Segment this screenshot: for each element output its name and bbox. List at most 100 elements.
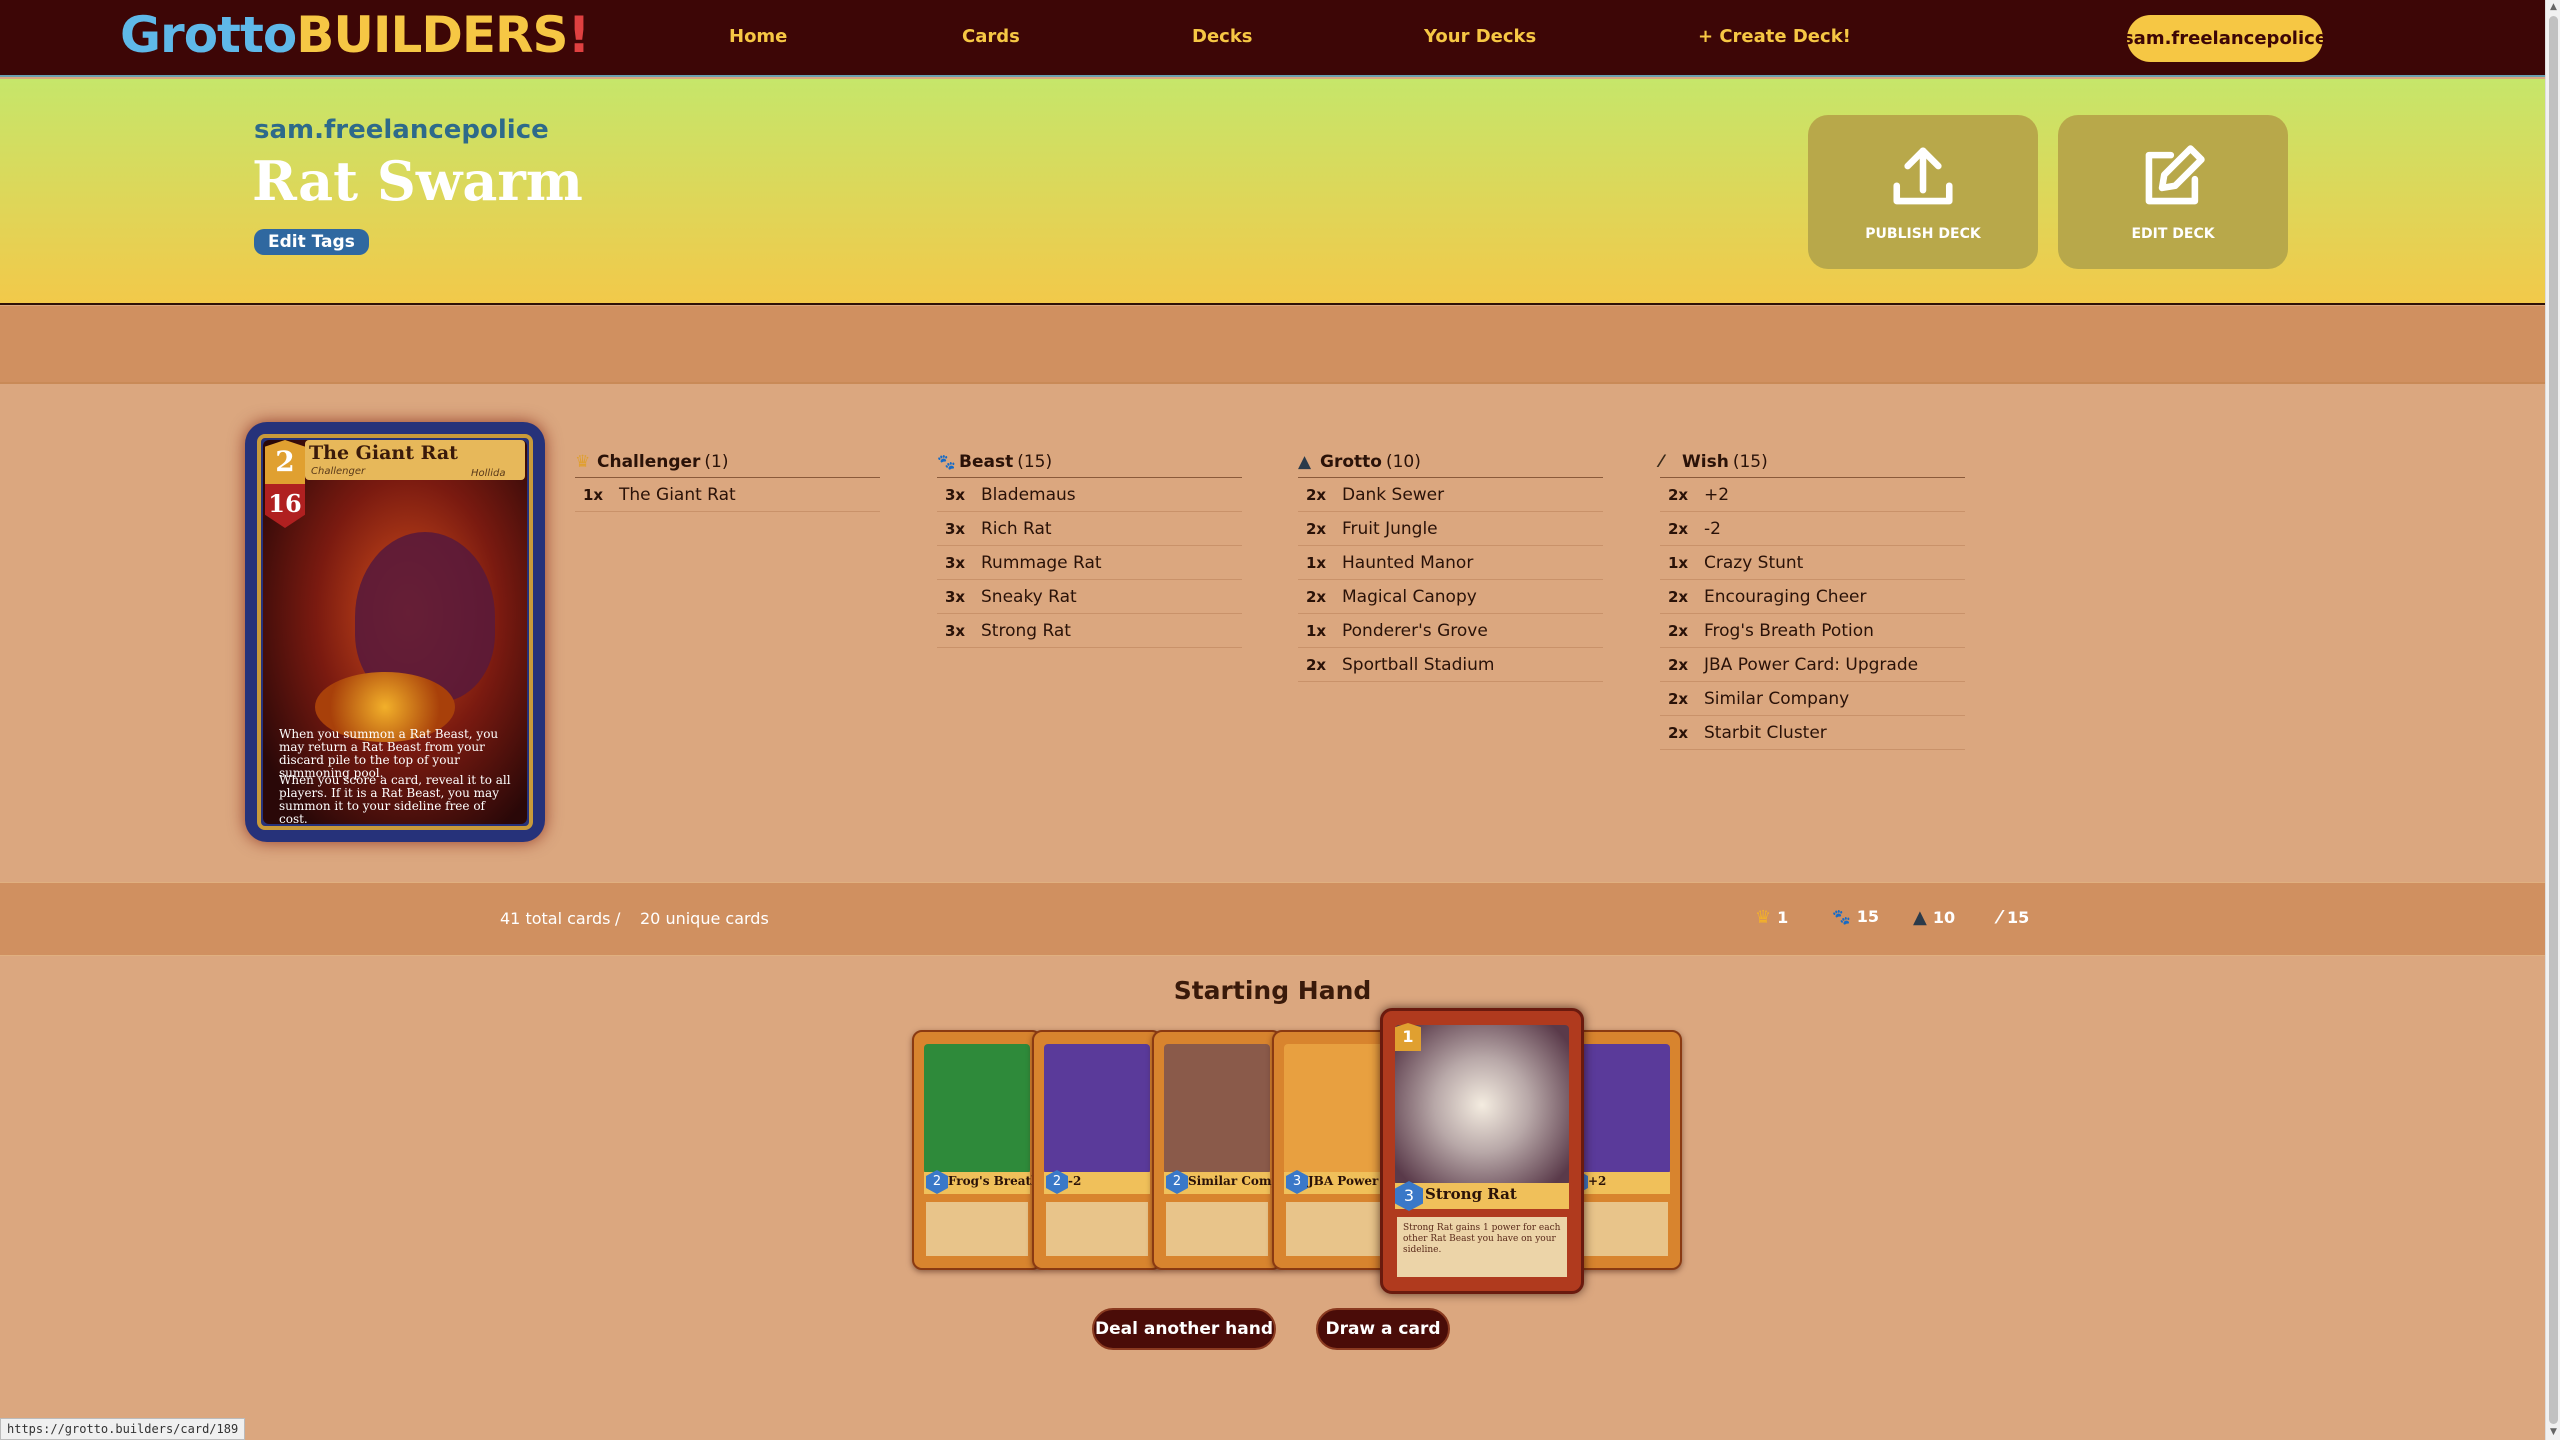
featured-card-image[interactable]: The Giant Rat Challenger Hollida 2 16 Wh… [245, 422, 545, 842]
card-quantity: 2x [1668, 723, 1689, 742]
hand-card-text: Strong Rat gains 1 power for each other … [1403, 1223, 1561, 1255]
hand-card-body [1286, 1202, 1388, 1256]
card-row[interactable]: 2x Sportball Stadium [1298, 648, 1603, 682]
nav-create-deck[interactable]: + Create Deck! [1698, 26, 1851, 47]
card-row[interactable]: 2x +2 [1660, 478, 1965, 512]
hand-card[interactable]: 2 Frog's Breath Po [912, 1030, 1042, 1270]
card-row[interactable]: 2x Fruit Jungle [1298, 512, 1603, 546]
card-row[interactable]: 3x Sneaky Rat [937, 580, 1242, 614]
card-name: Crazy Stunt [1704, 552, 1804, 573]
account-button[interactable]: sam.freelancepolice [2123, 15, 2327, 62]
card-quantity: 2x [1306, 655, 1327, 674]
column-count: (15) [1732, 451, 1768, 472]
nav-decks[interactable]: Decks [1192, 26, 1253, 47]
hand-card-art [1044, 1044, 1150, 1174]
paw-icon: 🐾 [1832, 907, 1851, 926]
page-scrollbar[interactable]: ▲ ▼ [2545, 0, 2560, 1440]
card-quantity: 2x [1306, 519, 1327, 538]
edit-deck-button[interactable]: EDIT DECK [2058, 115, 2288, 269]
scroll-up-arrow-icon[interactable]: ▲ [2548, 2, 2559, 13]
hand-card[interactable]: 2 Similar Compa [1152, 1030, 1282, 1270]
card-name: -2 [1704, 518, 1721, 539]
edit-deck-label: EDIT DECK [2131, 226, 2215, 242]
featured-card-text-2: When you score a card, reveal it to all … [279, 773, 511, 826]
card-row[interactable]: 2x Encouraging Cheer [1660, 580, 1965, 614]
upload-icon [1893, 147, 1953, 205]
hand-card[interactable]: 2 -2 [1032, 1030, 1162, 1270]
nav-cards[interactable]: Cards [962, 26, 1020, 47]
card-row[interactable]: 2x Similar Company [1660, 682, 1965, 716]
card-row[interactable]: 1x Crazy Stunt [1660, 546, 1965, 580]
nav-your-decks[interactable]: Your Decks [1424, 26, 1536, 47]
card-row[interactable]: 2x Frog's Breath Potion [1660, 614, 1965, 648]
wand-icon: ⁄ [1660, 451, 1663, 472]
featured-card-set: Hollida [471, 468, 506, 479]
card-row[interactable]: 2x Dank Sewer [1298, 478, 1603, 512]
hand-card-body [1046, 1202, 1148, 1256]
card-name: Frog's Breath Potion [1704, 620, 1874, 641]
column-header: ♛ Challenger (1) [575, 446, 880, 478]
card-quantity: 3x [945, 485, 966, 504]
column-count: (10) [1385, 451, 1421, 472]
card-quantity: 1x [1306, 553, 1327, 572]
edit-icon [2145, 145, 2205, 205]
card-quantity: 2x [1668, 655, 1689, 674]
card-row[interactable]: 2x Magical Canopy [1298, 580, 1603, 614]
scroll-down-arrow-icon[interactable]: ▼ [2548, 1427, 2559, 1438]
card-name: Sportball Stadium [1342, 654, 1495, 675]
card-quantity: 2x [1668, 485, 1689, 504]
stat-beast: 🐾 15 [1832, 907, 1879, 926]
card-quantity: 2x [1668, 621, 1689, 640]
unique-cards: 20 unique cards [640, 909, 769, 928]
card-quantity: 1x [583, 485, 604, 504]
site-logo[interactable]: GrottoBUILDERS! [120, 6, 590, 64]
publish-deck-button[interactable]: PUBLISH DECK [1808, 115, 2038, 269]
card-name: JBA Power Card: Upgrade [1704, 654, 1919, 675]
featured-card-name: The Giant Rat [309, 442, 458, 464]
card-quantity: 3x [945, 519, 966, 538]
column-challenger: ♛ Challenger (1) 1x The Giant Rat [575, 446, 880, 512]
deal-another-hand-button[interactable]: Deal another hand [1092, 1308, 1276, 1350]
card-row[interactable]: 2x -2 [1660, 512, 1965, 546]
featured-card-cost: 2 [265, 440, 305, 484]
card-quantity: 2x [1668, 689, 1689, 708]
total-cards: 41 total cards [500, 909, 611, 928]
card-row[interactable]: 1x Ponderer's Grove [1298, 614, 1603, 648]
card-name: Starbit Cluster [1704, 722, 1827, 743]
card-row[interactable]: 3x Rummage Rat [937, 546, 1242, 580]
hand-card-name: Frog's Breath Po [948, 1174, 1040, 1188]
wand-icon: ⁄ [1998, 907, 2002, 928]
card-name: Strong Rat [981, 620, 1071, 641]
column-count: (15) [1017, 451, 1053, 472]
nav-home[interactable]: Home [729, 26, 787, 47]
card-row[interactable]: 3x Rich Rat [937, 512, 1242, 546]
hand-card-body [926, 1202, 1028, 1256]
hand-card-art [1395, 1025, 1569, 1185]
status-bar-url: https://grotto.builders/card/189 [0, 1418, 246, 1440]
card-row[interactable]: 2x JBA Power Card: Upgrade [1660, 648, 1965, 682]
top-navbar: GrottoBUILDERS! Home Cards Decks Your De… [0, 0, 2545, 77]
deck-owner[interactable]: sam.freelancepolice [254, 115, 549, 145]
scroll-thumb[interactable] [2549, 16, 2558, 1424]
tag-strip [0, 306, 2545, 384]
card-name: Similar Company [1704, 688, 1850, 709]
card-row[interactable]: 3x Strong Rat [937, 614, 1242, 648]
hand-card-selected[interactable]: 1 3 Strong Rat Strong Rat gains 1 power … [1380, 1008, 1584, 1294]
mountain-icon: ▲ [1298, 451, 1312, 472]
hand-card-art [1164, 1044, 1270, 1174]
hand-card-body [1166, 1202, 1268, 1256]
deck-header: sam.freelancepolice Rat Swarm Edit Tags … [0, 79, 2545, 305]
column-header: 🐾 Beast (15) [937, 446, 1242, 478]
column-title: Challenger [597, 451, 701, 472]
card-quantity: 1x [1668, 553, 1689, 572]
card-row[interactable]: 3x Blademaus [937, 478, 1242, 512]
edit-tags-button[interactable]: Edit Tags [254, 229, 369, 255]
card-row[interactable]: 1x Haunted Manor [1298, 546, 1603, 580]
column-header: ▲ Grotto (10) [1298, 446, 1603, 478]
hand-card-art [924, 1044, 1030, 1174]
draw-card-button[interactable]: Draw a card [1316, 1308, 1450, 1350]
card-row[interactable]: 2x Starbit Cluster [1660, 716, 1965, 750]
card-row[interactable]: 1x The Giant Rat [575, 478, 880, 512]
card-name: Rich Rat [981, 518, 1052, 539]
stat-wish: ⁄ 15 [1998, 907, 2029, 928]
